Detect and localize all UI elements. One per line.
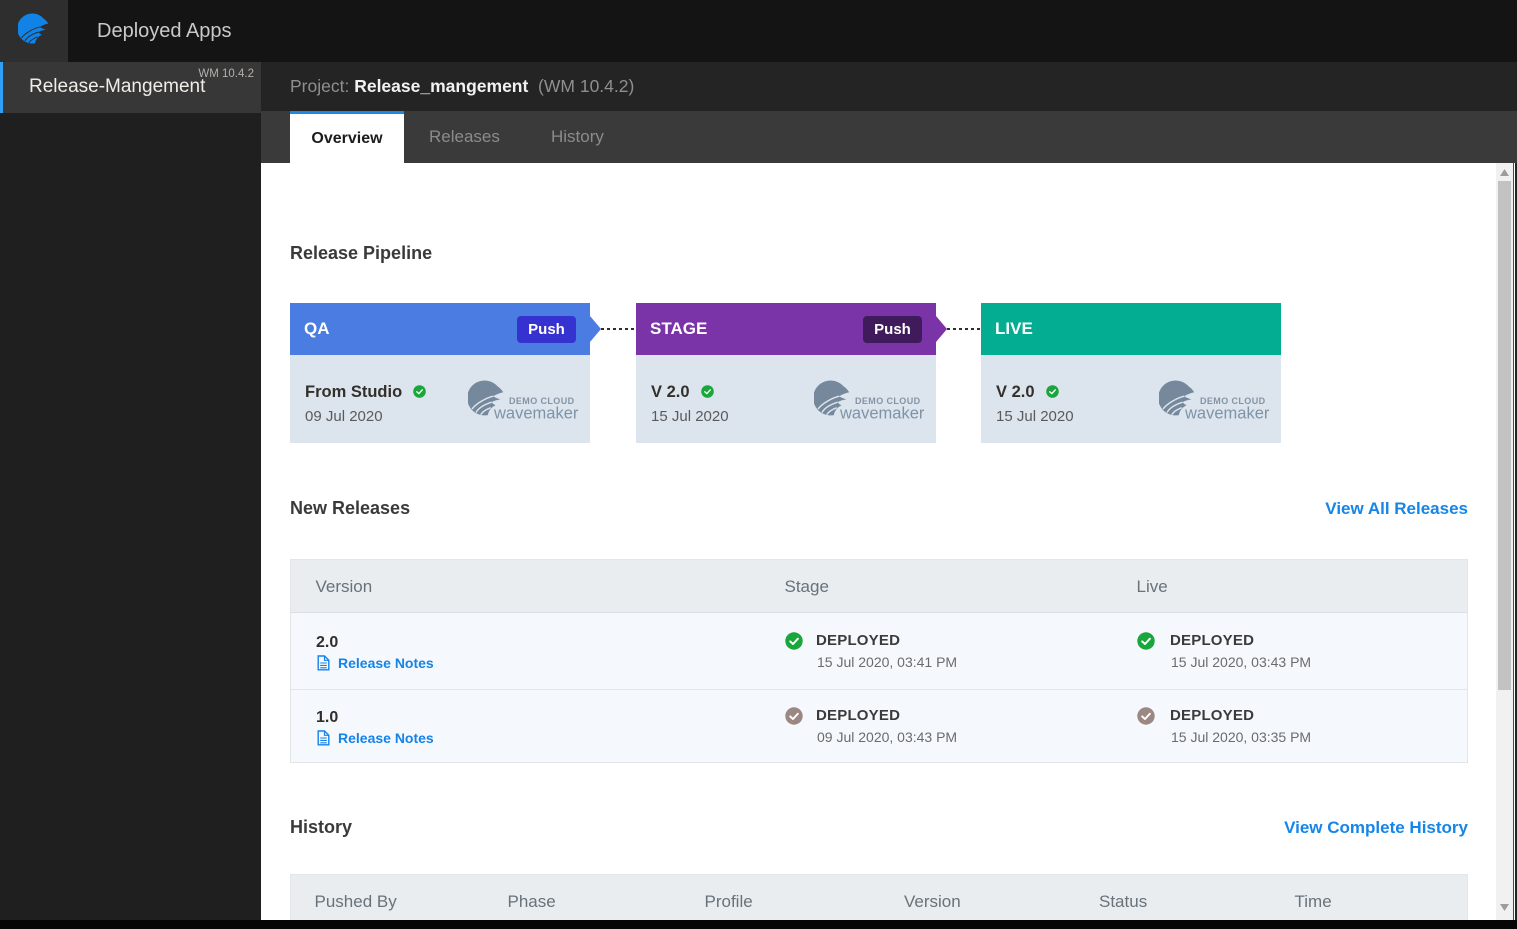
svg-text:wavemaker: wavemaker (493, 405, 579, 423)
svg-text:wavemaker: wavemaker (1184, 405, 1270, 423)
svg-text:wavemaker: wavemaker (839, 405, 925, 423)
